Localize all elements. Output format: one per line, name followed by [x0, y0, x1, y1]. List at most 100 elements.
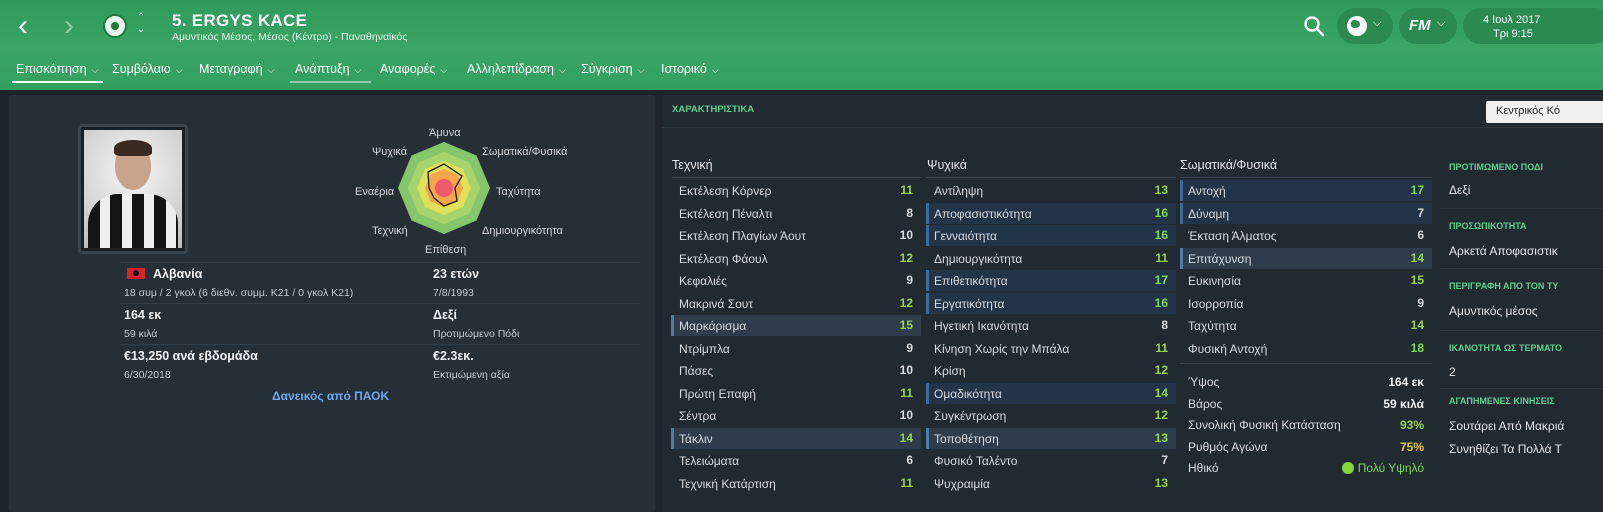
tab-development[interactable]: Ανάπτυξη ⌵: [295, 62, 361, 76]
preferred-foot-heading: ΠΡΟΤΙΜΩΜΕΝΟ ΠΟΔΙ: [1449, 162, 1543, 172]
attribute-row[interactable]: Συγκέντρωση 12: [926, 405, 1176, 426]
player-position-club: Αμυντικός Μέσος, Μέσος (Κέντρο) - Παναθη…: [172, 31, 408, 43]
physical-info-value: 164 εκ: [1388, 375, 1424, 389]
back-icon[interactable]: ‹: [18, 11, 44, 42]
attribute-row[interactable]: Επιτάχυνση 14: [1180, 247, 1432, 269]
player-weight: 59 κιλά: [124, 328, 158, 340]
attribute-row[interactable]: Κίνηση Χωρίς την Μπάλα 11: [926, 338, 1176, 359]
attribute-name: Αποφασιστικότητα: [934, 206, 1032, 221]
player-trait-2: Συνηθίζει Τα Πολλά Τ: [1449, 442, 1563, 456]
loan-from-link[interactable]: Δανεικός από ΠΑΟΚ: [272, 389, 389, 403]
attribute-row[interactable]: Μαρκάρισμα 15: [671, 315, 921, 336]
attribute-name: Κίνηση Χωρίς την Μπάλα: [934, 341, 1070, 356]
up-down-arrows-icon[interactable]: ⌃ ⌄: [134, 12, 148, 36]
attribute-row[interactable]: Σέντρα 10: [671, 405, 921, 426]
attribute-name: Γενναιότητα: [934, 229, 997, 243]
attribute-name: Συγκέντρωση: [934, 409, 1007, 423]
tab-overview[interactable]: Επισκόπηση ⌵: [16, 62, 98, 76]
radar-label-mental: Ψυχικά: [372, 146, 408, 158]
chevron-down-icon: ⌵: [1373, 17, 1382, 29]
attribute-row[interactable]: Δημιουργικότητα 11: [926, 248, 1176, 269]
radar-label-physical: Σωματικά/Φυσικά: [482, 146, 568, 158]
role-select-button[interactable]: Κεντρικός Κό: [1486, 101, 1603, 123]
attribute-value: 14: [1154, 385, 1168, 400]
attribute-row[interactable]: Πάσες 10: [671, 360, 921, 381]
fm-menu-button[interactable]: FM ⌵: [1399, 8, 1457, 44]
attribute-row[interactable]: Μακρινά Σουτ 12: [671, 293, 921, 314]
attribute-value: 11: [900, 385, 913, 400]
radar-label-aerial: Εναέρια: [355, 186, 395, 198]
attribute-row[interactable]: Φυσική Αντοχή 18: [1180, 338, 1432, 359]
attribute-name: Πρώτη Επαφή: [679, 386, 756, 401]
tab-reports[interactable]: Αναφορές ⌵: [380, 62, 447, 76]
attribute-row[interactable]: Αποφασιστικότητα 16: [926, 202, 1176, 224]
attribute-row[interactable]: Εκτέλεση Πέναλτι 8: [671, 203, 921, 224]
player-photo-image: [84, 130, 182, 248]
world-menu-button[interactable]: ⌵: [1337, 8, 1393, 44]
attribute-name: Επιτάχυνση: [1188, 251, 1252, 266]
forward-icon[interactable]: ›: [64, 11, 90, 42]
attribute-row[interactable]: Τεχνική Κατάρτιση 11: [671, 473, 921, 494]
attribute-value: 13: [1154, 183, 1168, 197]
technical-column-title: Τεχνική: [672, 158, 713, 172]
attribute-value: 15: [899, 318, 913, 332]
attribute-row[interactable]: Εκτέλεση Πλαγίων Άουτ 10: [671, 225, 921, 246]
mental-column-title: Ψυχικά: [927, 158, 967, 172]
attribute-row[interactable]: Φυσικό Ταλέντο 7: [926, 450, 1176, 471]
attribute-value: 10: [899, 228, 913, 242]
attribute-row[interactable]: Γενναιότητα 16: [926, 225, 1176, 246]
tab-hover-indicator: [290, 81, 371, 83]
attribute-row[interactable]: Ηγετική Ικανότητα 8: [926, 315, 1176, 336]
attribute-row[interactable]: Ψυχραιμία 13: [926, 473, 1176, 494]
tab-compare[interactable]: Σύγκριση ⌵: [581, 62, 644, 76]
attribute-name: Αντοχή: [1188, 184, 1226, 198]
attribute-row[interactable]: Αντίληψη 13: [926, 180, 1176, 201]
attribute-row[interactable]: Δύναμη 7: [1180, 202, 1432, 224]
nationality[interactable]: Αλβανία: [153, 267, 202, 281]
radar-center: [435, 179, 453, 197]
physical-info-label: Ρυθμός Αγώνα: [1188, 439, 1268, 454]
attribute-value: 9: [906, 340, 913, 355]
attribute-row[interactable]: Εκτέλεση Κόρνερ 11: [671, 180, 921, 201]
attribute-row[interactable]: Κρίση 12: [926, 360, 1176, 381]
attribute-row[interactable]: Ομαδικότητα 14: [926, 382, 1176, 404]
morale-icon: [1341, 462, 1354, 474]
tab-interaction[interactable]: Αλληλεπίδραση ⌵: [467, 62, 566, 76]
attribute-row[interactable]: Αντοχή 17: [1180, 180, 1432, 201]
physical-info-label: Βάρος: [1188, 396, 1223, 411]
goalkeeper-ability-heading: ΙΚΑΝΟΤΗΤΑ ΩΣ ΤΕΡΜΑΤΟ: [1449, 343, 1563, 353]
attribute-row[interactable]: Ταχύτητα 14: [1180, 315, 1432, 336]
attribute-name: Μακρινά Σουτ: [679, 296, 754, 311]
tab-history[interactable]: Ιστορικό ⌵: [661, 62, 719, 76]
attribute-row[interactable]: Ντρίμπλα 9: [671, 338, 921, 359]
attribute-name: Σέντρα: [679, 409, 717, 423]
attribute-value: 13: [1154, 430, 1168, 445]
attribute-value: 14: [899, 430, 913, 445]
attribute-row[interactable]: Εκτέλεση Φάουλ 12: [671, 248, 921, 269]
attribute-name: Τεχνική Κατάρτιση: [679, 476, 776, 491]
attribute-row[interactable]: Τάκλιν 14: [671, 427, 921, 449]
club-badge-icon[interactable]: [103, 14, 127, 38]
player-wage[interactable]: €13,250 ανά εβδομάδα: [124, 349, 258, 363]
attribute-row[interactable]: Ευκινησία 15: [1180, 270, 1432, 291]
attribute-row[interactable]: Κεφαλιές 9: [671, 270, 921, 291]
attribute-row[interactable]: Ισορροπία 9: [1180, 293, 1432, 314]
contract-expiry: 6/30/2018: [124, 369, 171, 381]
continue-date-button[interactable]: 4 Ιουλ 2017 Τρι 9:15: [1463, 8, 1603, 44]
tab-contract[interactable]: Συμβόλαιο ⌵: [112, 62, 183, 76]
attribute-value: 14: [1410, 318, 1424, 332]
tab-transfer[interactable]: Μεταγραφή ⌵: [199, 62, 274, 76]
physical-info-label: Ύψος: [1188, 375, 1220, 389]
date-of-birth: 7/8/1993: [433, 287, 474, 299]
attribute-row[interactable]: Επιθετικότητα 17: [926, 270, 1176, 291]
search-icon[interactable]: [1302, 14, 1326, 38]
attribute-row[interactable]: Εργατικότητα 16: [926, 292, 1176, 314]
attribute-value: 9: [1417, 295, 1424, 310]
player-trait-1: Σουτάρει Από Μακριά: [1449, 419, 1565, 433]
attribute-row[interactable]: Έκταση Άλματος 6: [1180, 225, 1432, 246]
current-date: 4 Ιουλ 2017: [1483, 14, 1541, 26]
radar-label-technique: Τεχνική: [372, 225, 408, 237]
attribute-row[interactable]: Τοποθέτηση 13: [926, 427, 1176, 449]
attribute-row[interactable]: Πρώτη Επαφή 11: [671, 383, 921, 404]
attribute-row[interactable]: Τελειώματα 6: [671, 450, 921, 471]
